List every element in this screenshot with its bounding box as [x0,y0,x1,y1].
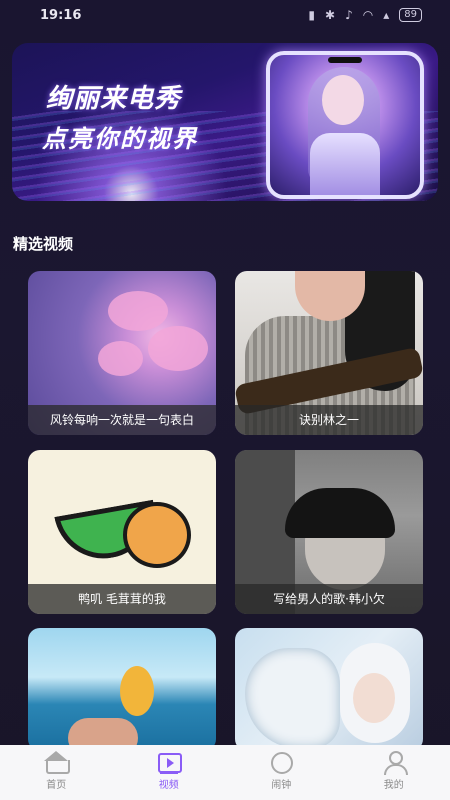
wifi-icon: ◠ [362,8,374,22]
vibrate-icon: ▮ [308,8,316,22]
tab-label: 视频 [158,780,179,791]
phone-figure-head [322,75,364,125]
tab-home[interactable]: 首页 [16,751,96,791]
banner[interactable]: 绚丽来电秀 点亮你的视界 [12,43,438,201]
user-body [383,764,408,775]
banner-phone-image [266,51,424,199]
thumb-fish [120,666,154,716]
clock-face [271,752,294,774]
bottom-tab-bar: 首页 视频 闹钟 我的 [0,745,450,800]
video-thumbnail [28,628,216,751]
video-title: 鸭叽 毛茸茸的我 [28,584,216,614]
video-title: 写给男人的歌·韩小欠 [235,584,423,614]
tab-label: 闹钟 [271,780,292,791]
battery-indicator: 89 [399,8,422,22]
thumb-dragon [245,648,340,748]
video-title: 风铃每响一次就是一句表白 [28,405,216,435]
video-card[interactable] [235,628,423,751]
tab-profile[interactable]: 我的 [354,751,434,791]
banner-title: 绚丽来电秀 [46,84,182,114]
tab-label: 我的 [383,780,404,791]
thumb-blob [123,502,191,568]
banner-subtitle: 点亮你的视界 [42,124,198,153]
status-time: 19:16 [40,8,82,23]
section-title: 精选视频 [13,235,74,253]
status-bar: 19:16 ▮ ✱ ♪ ◠ ▴ 89 [0,0,450,32]
user-head [388,751,403,765]
home-body [46,760,71,774]
blossom-cluster [148,326,208,371]
tab-alarm[interactable]: 闹钟 [241,751,321,791]
video-grid: 风铃每响一次就是一句表白 诀别林之一 鸭叽 毛茸茸的我 写给男人的歌·韩小欠 [28,271,423,751]
tab-label: 首页 [46,780,67,791]
video-card[interactable] [28,628,216,751]
video-card[interactable]: 诀别林之一 [235,271,423,435]
status-icons: ▮ ✱ ♪ ◠ ▴ 89 [308,8,422,22]
video-icon [156,751,182,774]
mute-icon: ♪ [345,8,353,22]
tab-video[interactable]: 视频 [129,751,209,791]
alarm-clock-icon [268,751,294,774]
video-underline [159,772,178,774]
video-card[interactable]: 风铃每响一次就是一句表白 [28,271,216,435]
blossom-cluster [98,341,143,376]
video-play [166,758,174,768]
bluetooth-icon: ✱ [325,8,336,22]
phone-figure-body [310,133,380,195]
video-thumbnail [235,628,423,751]
video-card[interactable]: 写给男人的歌·韩小欠 [235,450,423,614]
video-title: 诀别林之一 [235,405,423,435]
thumb-cap [285,488,395,538]
user-icon [381,751,408,775]
phone-notch [328,57,362,63]
signal-icon: ▴ [383,8,390,22]
blossom-cluster [108,291,168,331]
video-card[interactable]: 鸭叽 毛茸茸的我 [28,450,216,614]
thumb-face [353,673,395,723]
thumb-face [305,530,385,590]
home-icon [43,751,71,774]
